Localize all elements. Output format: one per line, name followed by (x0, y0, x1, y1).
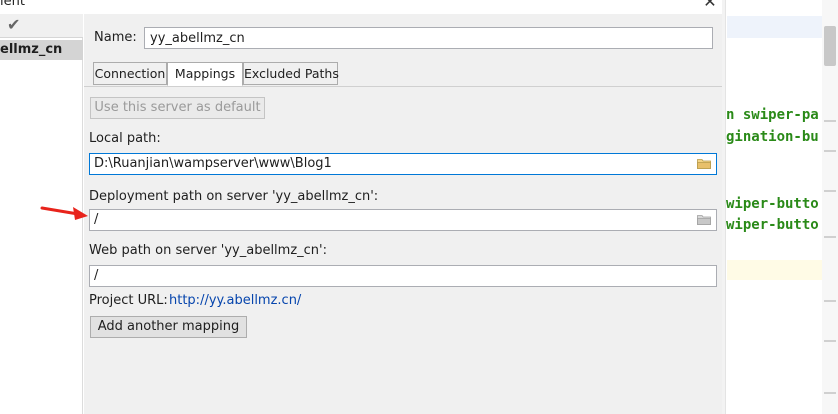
code-editor-background: n swiper-pa gination-bu wiper-butto wipe… (722, 0, 838, 414)
code-line: n swiper-pa (726, 107, 819, 123)
web-path-label: Web path on server 'yy_abellmz_cn': (89, 243, 327, 258)
web-path-input[interactable]: / (89, 265, 717, 287)
tab-connection[interactable]: Connection (93, 62, 167, 85)
mappings-panel: Use this server as default Local path: D… (84, 86, 722, 414)
red-arrow-annotation (40, 206, 88, 220)
deployment-path-value: / (94, 212, 99, 227)
server-settings-panel: Name: yy_abellmz_cn Connection Mappings … (84, 14, 722, 414)
check-icon[interactable]: ✔ (7, 16, 23, 34)
local-path-label: Local path: (89, 131, 161, 146)
project-url-label: Project URL: (89, 293, 168, 308)
scroll-marker (824, 150, 836, 152)
server-list-item-selected[interactable]: ellmz_cn (0, 40, 83, 60)
deployment-path-input[interactable]: / (89, 209, 717, 231)
tab-excluded-paths[interactable]: Excluded Paths (243, 62, 339, 85)
scroll-marker (824, 340, 836, 342)
scroll-marker (824, 120, 836, 122)
scroll-marker (824, 300, 836, 302)
close-icon[interactable]: ✕ (700, 0, 720, 10)
add-another-mapping-button[interactable]: Add another mapping (90, 316, 247, 338)
local-path-input[interactable]: D:\Ruanjian\wampserver\www\Blog1 (89, 153, 717, 175)
folder-icon[interactable] (697, 158, 711, 169)
code-line: wiper-butto (726, 217, 819, 233)
project-url-link[interactable]: http://yy.abellmz.cn/ (169, 293, 301, 308)
tab-mappings[interactable]: Mappings (167, 62, 243, 86)
local-path-value: D:\Ruanjian\wampserver\www\Blog1 (94, 156, 332, 171)
deployment-path-label: Deployment path on server 'yy_abellmz_cn… (89, 189, 379, 204)
scroll-marker (824, 190, 836, 192)
name-input[interactable]: yy_abellmz_cn (144, 27, 713, 49)
use-as-default-button[interactable]: Use this server as default (90, 97, 265, 119)
code-line: gination-bu (726, 129, 819, 145)
scroll-marker (824, 392, 836, 394)
editor-scrollbar-thumb[interactable] (824, 26, 836, 66)
server-list-toolbar: ✔ (0, 14, 83, 38)
dialog-title: ient (0, 0, 25, 9)
name-label: Name: (94, 30, 137, 45)
folder-icon[interactable] (697, 214, 711, 225)
dialog-titlebar: ient ✕ (0, 0, 722, 14)
scroll-marker (824, 236, 836, 238)
code-line: wiper-butto (726, 196, 819, 212)
